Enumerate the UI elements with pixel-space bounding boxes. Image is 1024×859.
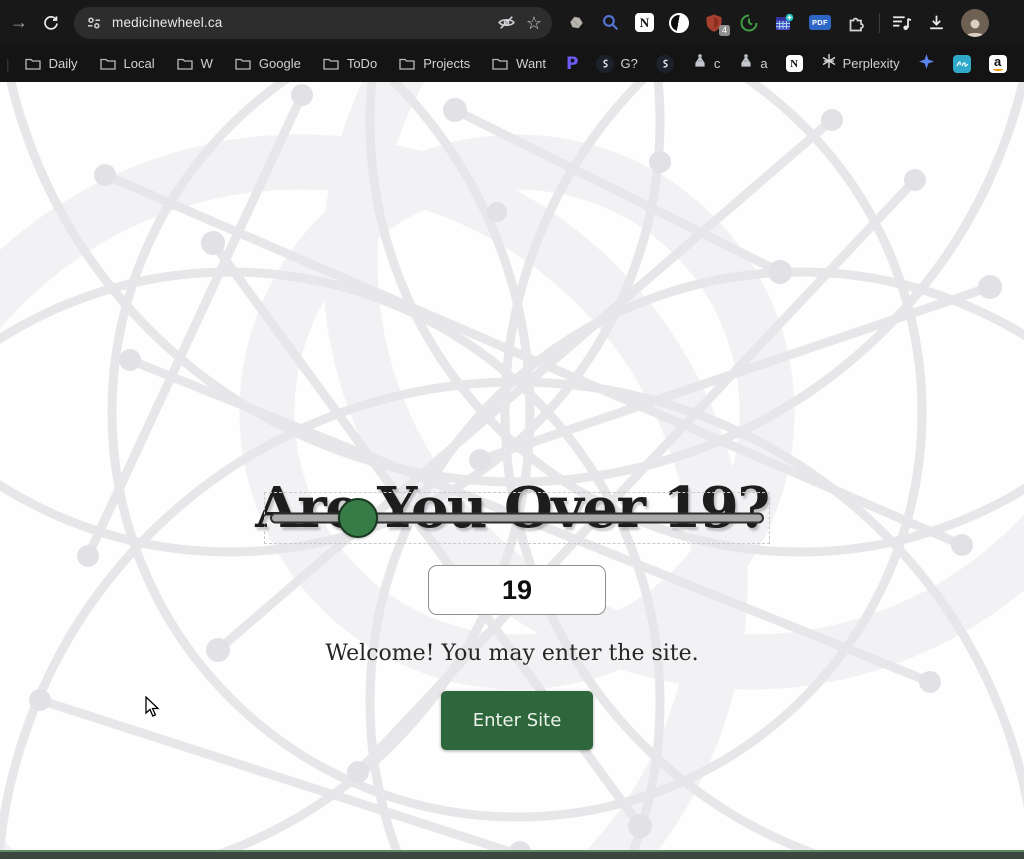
folder-icon xyxy=(100,56,116,71)
toolbar-right-group xyxy=(891,9,983,37)
bookmark-folder-projects[interactable]: Projects xyxy=(399,56,470,71)
reload-icon[interactable] xyxy=(42,14,60,32)
eye-off-icon[interactable] xyxy=(497,13,516,32)
bookmark-folder-w[interactable]: W xyxy=(177,56,213,71)
bookmark-label: Want xyxy=(516,56,546,71)
robed-figure-favicon xyxy=(692,53,708,74)
bookmark-folder-google[interactable]: Google xyxy=(235,56,301,71)
extension-badge: 4 xyxy=(719,25,730,36)
media-queue-icon[interactable] xyxy=(891,13,912,32)
bookmark-label: Projects xyxy=(423,56,470,71)
age-slider[interactable] xyxy=(264,492,770,544)
forward-icon[interactable]: → xyxy=(6,12,32,33)
bookmark-folder-local[interactable]: Local xyxy=(100,56,155,71)
folder-icon xyxy=(492,56,508,71)
calendar-extension-icon[interactable] xyxy=(774,13,794,33)
bookmark-perplexity[interactable]: Perplexity xyxy=(821,53,900,74)
bookmarks-bar: | Daily Local W Google ToDo Projects Wan… xyxy=(0,45,1024,82)
page-content: Are You Over 19? 19 Welcome! You may ent… xyxy=(0,82,1024,850)
bookmark-folder-want[interactable]: Want xyxy=(492,56,546,71)
notion-extension-icon[interactable]: N xyxy=(635,13,654,32)
bookmark-label: W xyxy=(201,56,213,71)
search-extension-icon[interactable] xyxy=(601,13,620,32)
shield-extension-icon[interactable]: 4 xyxy=(704,13,724,33)
footer-bar xyxy=(0,850,1024,859)
bookmark-g-site[interactable]: G? xyxy=(596,55,637,73)
browser-toolbar: → medicinewheel.ca ☆ xyxy=(0,0,1024,45)
notion-favicon: N xyxy=(786,55,803,72)
globe-swirl-favicon xyxy=(656,55,674,73)
profile-avatar[interactable] xyxy=(961,9,989,37)
folder-icon xyxy=(323,56,339,71)
extensions-row: N 4 xyxy=(567,13,866,33)
amazon-favicon: a xyxy=(989,55,1007,73)
globe-swirl-favicon xyxy=(596,55,614,73)
perplexity-favicon xyxy=(821,53,837,74)
bookmark-p-site[interactable]: P xyxy=(566,54,578,74)
sparkle-favicon xyxy=(918,53,935,75)
url-text[interactable]: medicinewheel.ca xyxy=(112,15,487,30)
dark-mode-extension-icon[interactable] xyxy=(669,13,689,33)
downloads-icon[interactable] xyxy=(927,13,946,32)
bookmark-label: Local xyxy=(124,56,155,71)
extensions-puzzle-icon[interactable] xyxy=(846,13,866,33)
bookmark-label: c xyxy=(714,56,721,71)
welcome-message: Welcome! You may enter the site. xyxy=(0,641,1024,666)
p-favicon: P xyxy=(566,54,578,74)
bookmark-folder-todo[interactable]: ToDo xyxy=(323,56,377,71)
folder-icon xyxy=(177,56,193,71)
slider-thumb[interactable] xyxy=(338,498,378,538)
bookmark-sparkle-site[interactable] xyxy=(918,53,935,75)
enter-site-button[interactable]: Enter Site xyxy=(441,691,593,750)
bookmark-folder-daily[interactable]: Daily xyxy=(25,56,78,71)
bookmark-amazon[interactable]: a xyxy=(989,55,1007,73)
toolbar-separator xyxy=(879,13,880,33)
bookmark-label: ToDo xyxy=(347,56,377,71)
mouse-cursor xyxy=(145,696,161,718)
bookmark-swirl-site[interactable] xyxy=(656,55,674,73)
pdf-extension-icon[interactable]: PDF xyxy=(809,15,831,30)
bookmark-label: a xyxy=(760,56,767,71)
folder-icon xyxy=(235,56,251,71)
stone-extension-icon[interactable] xyxy=(567,14,586,32)
age-input[interactable]: 19 xyxy=(428,565,606,615)
bookmark-label: Perplexity xyxy=(843,56,900,71)
folder-icon xyxy=(399,56,415,71)
bookmark-label: Google xyxy=(259,56,301,71)
bookmark-star-icon[interactable]: ☆ xyxy=(526,14,542,32)
bookmark-c-site[interactable]: c xyxy=(692,53,721,74)
timer-extension-icon[interactable] xyxy=(739,13,759,33)
bookmark-notion[interactable]: N xyxy=(786,55,803,72)
folder-icon xyxy=(25,56,41,71)
bookmark-a-site[interactable]: a xyxy=(738,53,767,74)
bookmarks-separator: | xyxy=(6,56,10,72)
robed-figure-favicon xyxy=(738,53,754,74)
site-settings-icon[interactable] xyxy=(86,15,102,31)
bookmark-label: Daily xyxy=(49,56,78,71)
url-bar[interactable]: medicinewheel.ca ☆ xyxy=(74,7,552,39)
bookmark-label: G? xyxy=(620,56,637,71)
script-site-favicon xyxy=(953,55,971,73)
bookmark-teal-site[interactable] xyxy=(953,55,971,73)
